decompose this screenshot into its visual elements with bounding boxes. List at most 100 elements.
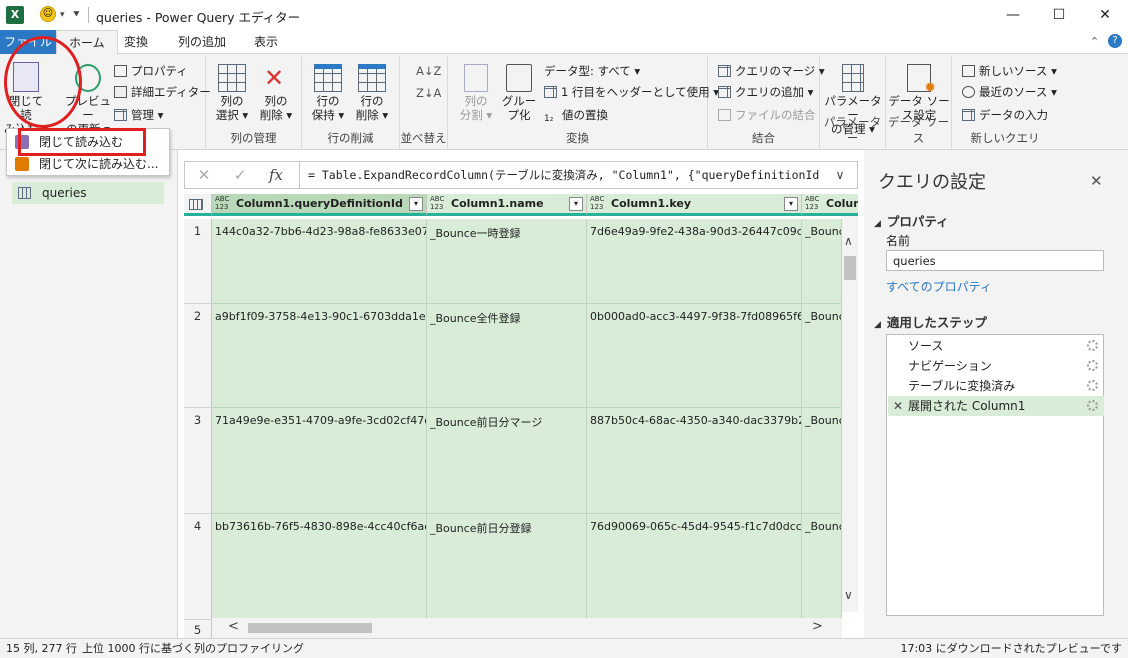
- step-label: ナビゲーション: [908, 359, 992, 373]
- remove-rows-label-2: 削除 ▾: [355, 108, 389, 122]
- table-cell[interactable]: _Bounc: [802, 514, 842, 620]
- keep-rows-label-2: 保持 ▾: [311, 108, 345, 122]
- step-source[interactable]: ソース: [888, 336, 1104, 356]
- scroll-left-icon[interactable]: <: [228, 619, 239, 634]
- delete-step-icon[interactable]: ✕: [893, 396, 903, 416]
- queries-pane: queries: [0, 150, 178, 638]
- enter-data-button[interactable]: データの入力: [962, 106, 1048, 124]
- vertical-scrollbar[interactable]: ∧ ∨: [842, 216, 858, 612]
- data-type-dropdown[interactable]: データ型: すべて ▾: [544, 62, 640, 80]
- scroll-up-icon[interactable]: ∧: [844, 234, 853, 248]
- collapse-ribbon-icon[interactable]: ⌃: [1090, 35, 1099, 48]
- scrollbar-thumb[interactable]: [248, 623, 372, 633]
- menu-item-close-load-to[interactable]: 閉じて次に読み込む...: [7, 153, 169, 175]
- table-cell[interactable]: 144c0a32-7bb6-4d23-98a8-fe8633e07a8a: [212, 219, 427, 304]
- group-by-button[interactable]: グルー プ化: [498, 64, 540, 122]
- keep-rows-button[interactable]: 行の 保持 ▾: [308, 64, 348, 122]
- properties-label: プロパティ: [131, 64, 188, 78]
- remove-rows-button[interactable]: 行の 削除 ▾: [352, 64, 392, 122]
- recent-sources-button[interactable]: 最近のソース ▾: [962, 83, 1057, 101]
- sort-descending-icon[interactable]: Z↓A: [416, 84, 441, 102]
- append-queries-button[interactable]: クエリの追加 ▾: [718, 83, 813, 101]
- maximize-button[interactable]: ☐: [1036, 0, 1082, 30]
- column-header-querydefinitionid[interactable]: ABC 123 Column1.queryDefinitionId ▾: [212, 194, 427, 216]
- manage-button[interactable]: 管理 ▾: [114, 106, 163, 124]
- qat-dropdown-icon[interactable]: ▾: [60, 10, 65, 20]
- split-column-button[interactable]: 列の 分割 ▾: [456, 64, 496, 122]
- row-number[interactable]: 4: [184, 514, 212, 620]
- group-by-label-1: グルー: [501, 94, 537, 108]
- table-cell[interactable]: a9bf1f09-3758-4e13-90c1-6703dda1e0fe: [212, 304, 427, 408]
- data-source-settings-icon: ✹: [907, 64, 936, 95]
- close-window-button[interactable]: ✕: [1082, 0, 1128, 30]
- query-name-input[interactable]: queries: [886, 250, 1104, 271]
- table-cell[interactable]: 71a49e9e-e351-4709-a9fe-3cd02cf47cf2: [212, 408, 427, 514]
- steps-section-header[interactable]: ◢ 適用したステップ: [874, 312, 987, 331]
- tab-add-column[interactable]: 列の追加: [166, 30, 238, 54]
- replace-values-button[interactable]: 1₂ 値の置換: [544, 106, 608, 124]
- table-menu-button[interactable]: [184, 194, 212, 216]
- gear-icon[interactable]: [1087, 340, 1098, 351]
- row-number[interactable]: 5: [184, 620, 212, 638]
- choose-columns-button[interactable]: 列の 選択 ▾: [212, 64, 252, 122]
- table-cell[interactable]: 0b000ad0-acc3-4497-9f38-7fd08965f612: [587, 304, 802, 408]
- step-navigation[interactable]: ナビゲーション: [888, 356, 1104, 376]
- remove-columns-button[interactable]: ✕ 列の 削除 ▾: [256, 64, 296, 122]
- new-source-button[interactable]: 新しいソース ▾: [962, 62, 1057, 80]
- merge-queries-button[interactable]: クエリのマージ ▾: [718, 62, 825, 80]
- step-converted-to-table[interactable]: テーブルに変換済み: [888, 376, 1104, 396]
- gear-icon[interactable]: [1087, 400, 1098, 411]
- tab-transform[interactable]: 変換: [112, 30, 160, 54]
- table-cell[interactable]: 887b50c4-68ac-4350-a340-dac3379b2bf3: [587, 408, 802, 514]
- gear-icon[interactable]: [1087, 360, 1098, 371]
- customize-qat-icon[interactable]: ⯆: [72, 8, 81, 22]
- expand-formula-button[interactable]: ∨: [823, 162, 857, 188]
- menu-item-close-load-to-label: 閉じて次に読み込む...: [39, 157, 159, 171]
- row-number[interactable]: 2: [184, 304, 212, 408]
- tab-view[interactable]: 表示: [242, 30, 290, 54]
- row-number[interactable]: 1: [184, 219, 212, 304]
- table-cell[interactable]: _Bounce全件登録: [427, 304, 587, 408]
- scroll-right-icon[interactable]: >: [812, 619, 823, 634]
- column-header-partial[interactable]: ABC 123 Colum: [802, 194, 858, 216]
- table-cell[interactable]: _Bounce前日分登録: [427, 514, 587, 620]
- sort-ascending-icon[interactable]: A↓Z: [416, 62, 441, 80]
- advanced-editor-button[interactable]: 詳細エディター: [114, 83, 211, 101]
- scrollbar-thumb[interactable]: [844, 256, 856, 280]
- filter-dropdown-icon[interactable]: ▾: [409, 197, 423, 211]
- properties-button[interactable]: プロパティ: [114, 62, 188, 80]
- column-header-name[interactable]: ABC 123 Column1.name ▾: [427, 194, 587, 216]
- minimize-button[interactable]: —: [990, 0, 1036, 30]
- choose-columns-label-2: 選択 ▾: [215, 108, 249, 122]
- smiley-feedback-icon[interactable]: ☺: [40, 6, 56, 22]
- table-cell[interactable]: bb73616b-76f5-4830-898e-4cc40cf6ae9c: [212, 514, 427, 620]
- properties-section-header[interactable]: ◢ プロパティ: [874, 211, 949, 230]
- cancel-formula-button[interactable]: ✕: [187, 162, 221, 188]
- step-expanded-column1[interactable]: ✕ 展開された Column1: [888, 396, 1104, 416]
- use-first-row-button[interactable]: 1 行目をヘッダーとして使用 ▾: [544, 83, 719, 101]
- table-cell[interactable]: _Bounc: [802, 408, 842, 514]
- scroll-down-icon[interactable]: ∨: [844, 588, 853, 602]
- table-cell[interactable]: _Bounce前日分マージ: [427, 408, 587, 514]
- status-bar: 15 列, 277 行 上位 1000 行に基づく列のプロファイリング 17:0…: [0, 638, 1128, 658]
- table-cell[interactable]: _Bounce一時登録: [427, 219, 587, 304]
- column-header-key[interactable]: ABC 123 Column1.key ▾: [587, 194, 802, 216]
- manage-icon: [114, 109, 127, 121]
- table-cell[interactable]: _Bounc: [802, 219, 842, 304]
- row-number[interactable]: 3: [184, 408, 212, 514]
- help-icon[interactable]: ?: [1108, 34, 1122, 48]
- gear-icon[interactable]: [1087, 380, 1098, 391]
- combine-files-button[interactable]: ファイルの結合: [718, 106, 816, 124]
- all-properties-link[interactable]: すべてのプロパティ: [886, 278, 992, 295]
- table-cell[interactable]: 76d90069-065c-45d4-9545-f1c7d0dccc5c: [587, 514, 802, 620]
- table-cell[interactable]: _Bounc: [802, 304, 842, 408]
- filter-dropdown-icon[interactable]: ▾: [784, 197, 798, 211]
- table-cell[interactable]: 7d6e49a9-9fe2-438a-90d3-26447c09c0b8: [587, 219, 802, 304]
- close-settings-button[interactable]: ✕: [1090, 172, 1103, 190]
- formula-input[interactable]: = Table.ExpandRecordColumn(テーブルに変換済み, "C…: [299, 162, 819, 188]
- filter-dropdown-icon[interactable]: ▾: [569, 197, 583, 211]
- query-item-queries[interactable]: queries: [12, 182, 164, 204]
- horizontal-scrollbar[interactable]: < >: [212, 618, 842, 638]
- fx-button[interactable]: fx: [259, 162, 293, 188]
- commit-formula-button[interactable]: ✓: [223, 162, 257, 188]
